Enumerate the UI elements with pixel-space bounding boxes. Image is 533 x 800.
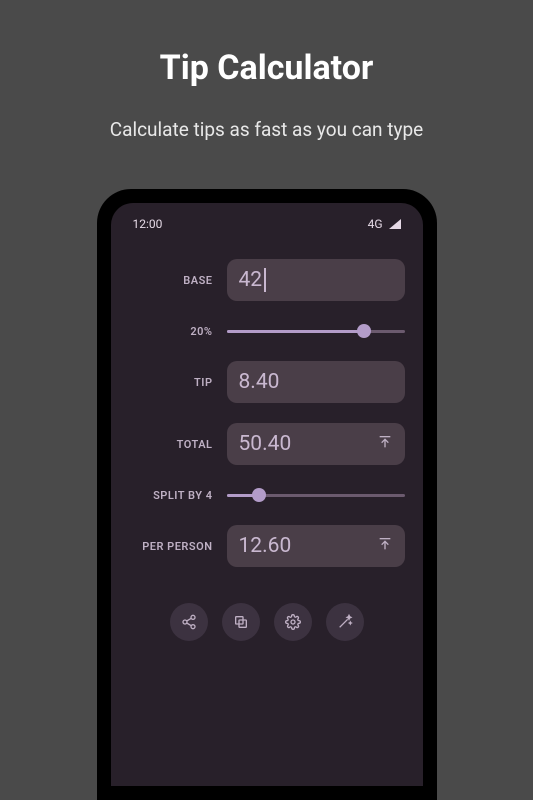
tip-output: 8.40 [227, 361, 405, 403]
tip-percent-label: 20% [129, 325, 213, 338]
status-network: 4G [368, 217, 383, 231]
status-time: 12:00 [133, 217, 163, 231]
base-label: BASE [129, 274, 213, 287]
round-up-icon[interactable] [377, 432, 393, 456]
split-label: SPLIT BY 4 [129, 489, 213, 502]
page-title: Tip Calculator [160, 48, 374, 88]
base-input[interactable]: 42 [227, 259, 405, 301]
split-slider[interactable] [227, 485, 405, 505]
per-person-output: 12.60 [227, 525, 405, 567]
copy-button[interactable] [222, 603, 260, 641]
settings-button[interactable] [274, 603, 312, 641]
status-bar: 12:00 4G [129, 203, 405, 239]
subtitle: Calculate tips as fast as you can type [110, 118, 423, 141]
share-button[interactable] [170, 603, 208, 641]
total-value: 50.40 [239, 432, 292, 456]
phone-screen: 12:00 4G BASE 42 20% TIP [111, 203, 423, 786]
tip-value: 8.40 [239, 370, 280, 394]
tip-percent-slider[interactable] [227, 321, 405, 341]
base-value: 42 [239, 268, 263, 292]
phone-frame: 12:00 4G BASE 42 20% TIP [97, 189, 437, 800]
tip-label: TIP [129, 376, 213, 389]
magic-button[interactable] [326, 603, 364, 641]
signal-icon [389, 219, 401, 229]
round-up-icon[interactable] [377, 534, 393, 558]
per-person-value: 12.60 [239, 534, 292, 558]
total-output: 50.40 [227, 423, 405, 465]
per-person-label: PER PERSON [129, 540, 213, 553]
text-cursor [264, 268, 266, 292]
total-label: TOTAL [129, 438, 213, 451]
action-bar [129, 603, 405, 641]
